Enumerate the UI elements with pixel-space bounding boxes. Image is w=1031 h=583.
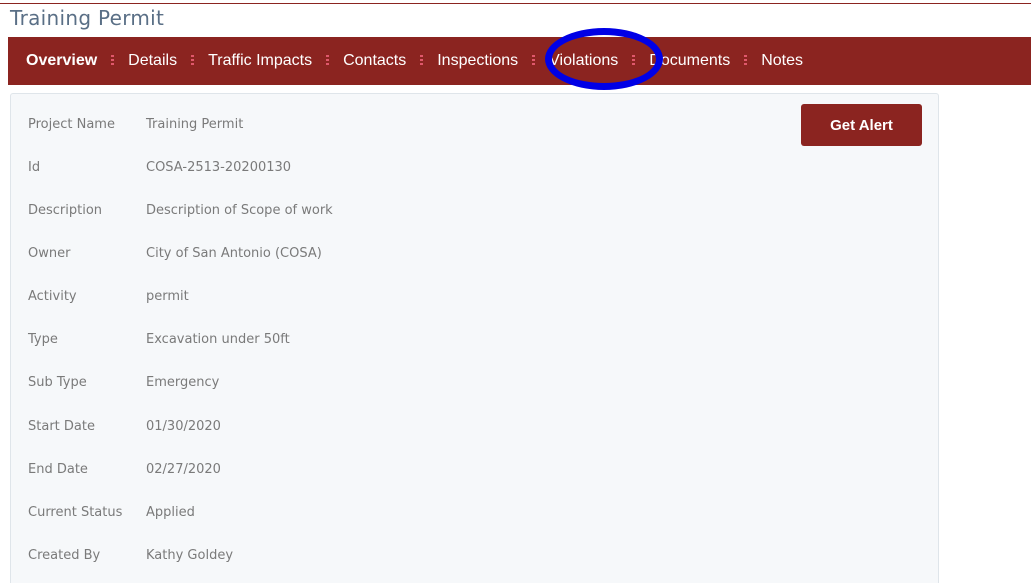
field-start-date: Start Date 01/30/2020 [28,419,221,439]
tab-details[interactable]: Details [128,52,177,70]
tab-separator [532,55,536,67]
field-value: Emergency [146,375,220,390]
field-description: Description Description of Scope of work [28,203,333,223]
field-created-by: Created By Kathy Goldey [28,548,233,568]
field-activity: Activity permit [28,289,189,309]
tab-notes[interactable]: Notes [761,52,803,70]
field-value: 01/30/2020 [146,419,221,434]
field-type: Type Excavation under 50ft [28,332,290,352]
field-label: Type [28,332,58,347]
field-label: Sub Type [28,375,87,390]
tab-traffic-impacts[interactable]: Traffic Impacts [208,52,312,70]
get-alert-button[interactable]: Get Alert [801,104,922,146]
field-value: Applied [146,505,195,520]
tab-separator [632,55,636,67]
field-label: Owner [28,246,71,261]
tab-overview[interactable]: Overview [26,52,97,70]
field-label: Project Name [28,117,115,132]
field-label: Start Date [28,419,95,434]
tab-separator [744,55,748,67]
field-label: Created By [28,548,101,563]
tab-documents[interactable]: Documents [649,52,730,70]
tab-separator [191,55,195,67]
field-label: Id [28,160,41,175]
field-label: Description [28,203,103,218]
top-divider [0,3,1031,4]
field-value: COSA-2513-20200130 [146,160,292,175]
field-label: Current Status [28,505,123,520]
tab-separator [420,55,424,67]
tab-separator [326,55,330,67]
field-current-status: Current Status Applied [28,505,195,525]
field-value: Excavation under 50ft [146,332,290,347]
field-label: End Date [28,462,88,477]
field-id: Id COSA-2513-20200130 [28,160,291,180]
tab-contacts[interactable]: Contacts [343,52,406,70]
tab-inspections[interactable]: Inspections [437,52,518,70]
page-title: Training Permit [10,6,165,30]
field-owner: Owner City of San Antonio (COSA) [28,246,322,266]
tab-separator [111,55,115,67]
field-value: Kathy Goldey [146,548,234,563]
field-label: Activity [28,289,77,304]
field-sub-type: Sub Type Emergency [28,375,219,395]
field-value: permit [146,289,189,304]
field-value: Training Permit [146,117,244,132]
field-value: City of San Antonio (COSA) [146,246,322,261]
field-end-date: End Date 02/27/2020 [28,462,221,482]
field-project-name: Project Name Training Permit [28,117,243,137]
tab-bar: Overview Details Traffic Impacts Contact… [8,37,1031,85]
field-value: 02/27/2020 [146,462,221,477]
field-value: Description of Scope of work [146,203,333,218]
permit-page: Training Permit Overview Details Traffic… [0,0,1031,583]
tab-violations[interactable]: Violations [549,52,618,70]
